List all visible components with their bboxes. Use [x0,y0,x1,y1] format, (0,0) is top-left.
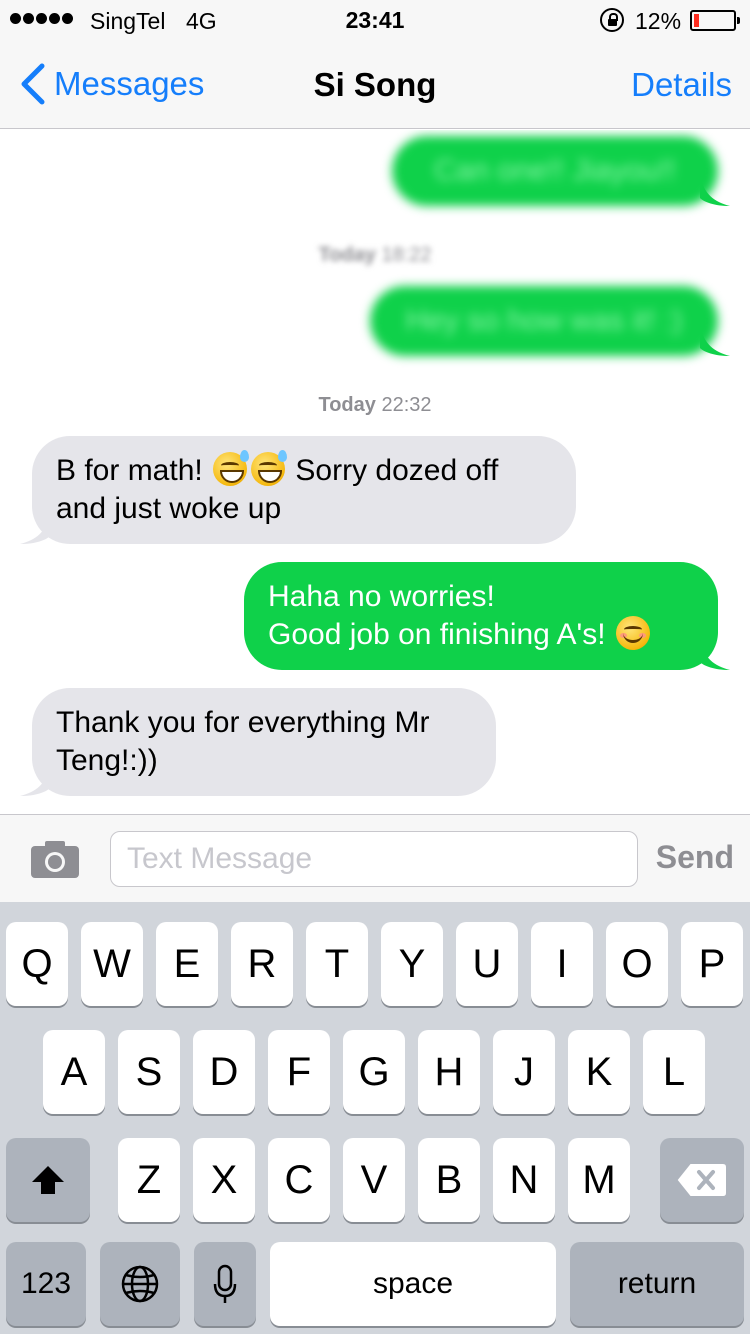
message-text-part: Good job on finishing A's! [268,618,606,651]
message-text-part: B for math! [56,454,203,487]
key-q[interactable]: Q [6,922,68,1006]
details-button[interactable]: Details [631,66,732,104]
chevron-left-icon [21,63,45,105]
message-text: Haha no worries! Good job on finishing A… [244,562,718,670]
key-z[interactable]: Z [118,1138,180,1222]
key-v[interactable]: V [343,1138,405,1222]
microphone-icon [213,1264,237,1303]
message-text-part: Sorry dozed off [295,454,499,487]
message-text-part: Haha no worries! [268,580,495,613]
key-b[interactable]: B [418,1138,480,1222]
key-w[interactable]: W [81,922,143,1006]
keyboard: QWERTYUIOP ASDFGHJKL ZXCVBNM 123 space r… [0,902,750,1334]
navigation-bar: Messages Si Song Details [0,40,750,129]
smiling-face-emoji [615,616,650,650]
message-thread[interactable]: Can one!! Jiayou!! Today 18:22 Hey so ho… [0,130,750,814]
key-k[interactable]: K [568,1030,630,1114]
message-text-part: Thank you for everything Mr [56,706,430,739]
bubble-tail [700,326,730,356]
message-text: Can one!! Jiayou!! [392,136,718,206]
key-y[interactable]: Y [381,922,443,1006]
key-r[interactable]: R [231,922,293,1006]
message-bubble-incoming[interactable]: Thank you for everything Mr Teng!:)) [20,688,496,796]
key-i[interactable]: I [531,922,593,1006]
bubble-tail [20,766,50,796]
key-m[interactable]: M [568,1138,630,1222]
key-c[interactable]: C [268,1138,330,1222]
message-text: B for math! Sorry dozed off and just wok… [32,436,576,544]
message-text: Thank you for everything Mr Teng!:)) [32,688,496,796]
key-n[interactable]: N [493,1138,555,1222]
message-text-part: Teng!:)) [56,744,158,777]
timestamp-obscured: Today 18:22 [318,244,432,266]
globe-key[interactable] [100,1242,180,1326]
send-button[interactable]: Send [656,839,734,876]
bubble-tail [20,514,50,544]
key-e[interactable]: E [156,922,218,1006]
battery-icon [690,10,740,31]
key-u[interactable]: U [456,922,518,1006]
globe-icon [121,1265,159,1303]
delete-key[interactable] [660,1138,744,1222]
back-button-label: Messages [54,65,205,102]
key-s[interactable]: S [118,1030,180,1114]
battery-level [694,14,699,27]
key-l[interactable]: L [643,1030,705,1114]
shift-icon [32,1166,64,1194]
back-button[interactable]: Messages [14,62,204,106]
grinning-face-with-sweat-emoji [251,450,288,486]
message-composer: Send [0,814,750,902]
grinning-face-with-sweat-emoji [213,450,250,486]
key-a[interactable]: A [43,1030,105,1114]
key-h[interactable]: H [418,1030,480,1114]
key-g[interactable]: G [343,1030,405,1114]
return-key[interactable]: return [570,1242,744,1326]
timestamp-time: 22:32 [381,394,432,416]
message-bubble-outgoing[interactable]: Hey so how was it! :) [370,286,730,356]
status-bar: SingTel 4G 23:41 12% [0,0,750,40]
space-key[interactable]: space [270,1242,556,1326]
key-t[interactable]: T [306,922,368,1006]
message-bubble-outgoing[interactable]: Can one!! Jiayou!! [392,136,730,206]
message-text-part: and just woke up [56,492,282,525]
numbers-key[interactable]: 123 [6,1242,86,1326]
key-j[interactable]: J [493,1030,555,1114]
shift-key[interactable] [6,1138,90,1222]
dictation-key[interactable] [194,1242,256,1326]
orientation-lock-icon [600,8,624,32]
battery-percent: 12% [635,8,682,34]
message-input[interactable] [110,831,638,887]
bubble-tail [700,640,730,670]
key-f[interactable]: F [268,1030,330,1114]
message-text: Hey so how was it! :) [370,286,718,356]
message-bubble-outgoing[interactable]: Haha no worries! Good job on finishing A… [244,562,730,670]
timestamp-day: Today [318,394,376,416]
camera-icon[interactable] [30,839,80,879]
timestamp: Today 22:32 [0,394,750,417]
backspace-icon [677,1164,726,1196]
key-x[interactable]: X [193,1138,255,1222]
bubble-tail [700,176,730,206]
key-d[interactable]: D [193,1030,255,1114]
key-o[interactable]: O [606,922,668,1006]
key-p[interactable]: P [681,922,743,1006]
message-bubble-incoming[interactable]: B for math! Sorry dozed off and just wok… [20,436,576,544]
